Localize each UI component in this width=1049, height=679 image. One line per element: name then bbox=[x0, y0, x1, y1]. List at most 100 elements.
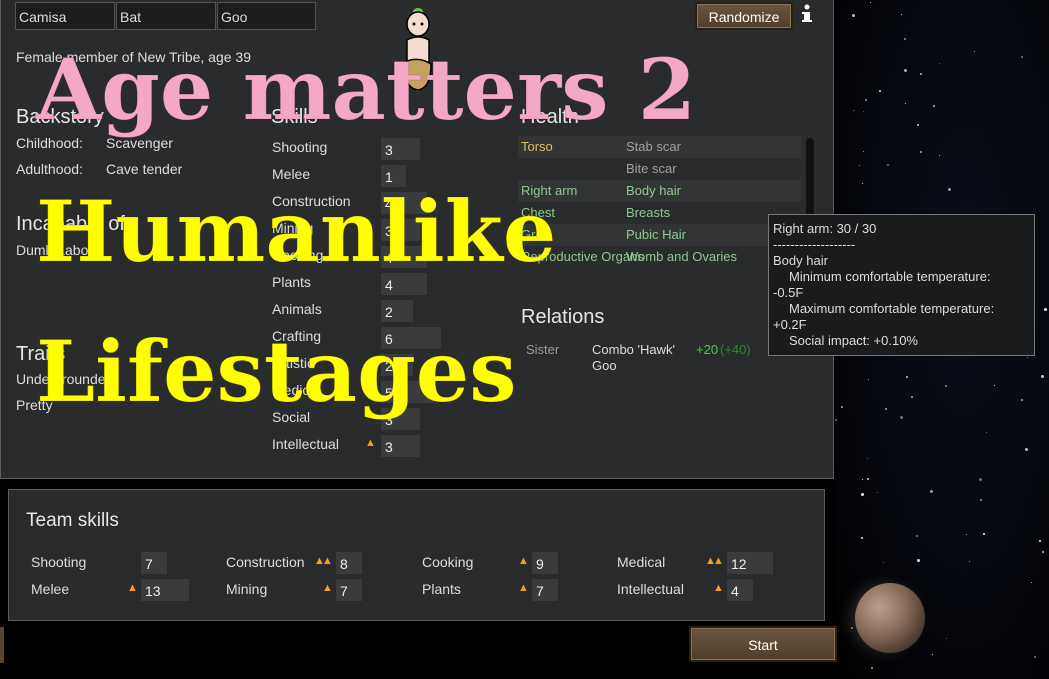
star bbox=[1021, 399, 1023, 401]
star bbox=[983, 533, 985, 535]
last-name-field[interactable]: Goo bbox=[217, 2, 316, 30]
team-skill-value: 7 bbox=[336, 579, 362, 601]
star bbox=[877, 492, 878, 493]
team-skills-panel: Team skills Shooting 7 Construction ▲ ▲ 8 Cook… bbox=[8, 489, 825, 621]
star bbox=[861, 537, 863, 539]
tooltip-line: Minimum comfortable temperature: bbox=[789, 269, 991, 284]
health-row[interactable]: Reproductive Organs Womb and Ovaries bbox=[518, 246, 801, 268]
relation-opinion: +20 bbox=[696, 342, 719, 357]
tooltip-line: -0.5F bbox=[773, 285, 804, 300]
team-skill-value: 9 bbox=[532, 552, 558, 574]
health-row[interactable]: Bite scar bbox=[518, 158, 801, 180]
star bbox=[1021, 56, 1023, 58]
star bbox=[917, 559, 920, 562]
health-tooltip: Right arm: 30 / 30 ------------------- B… bbox=[768, 214, 1035, 356]
skill-level-bar[interactable]: 3 bbox=[381, 138, 420, 160]
adulthood-label: Adulthood: bbox=[16, 161, 83, 177]
star bbox=[883, 562, 884, 563]
passion-flame-icon: ▲ bbox=[322, 582, 333, 594]
star bbox=[861, 493, 864, 496]
tooltip-line: Social impact: +0.10% bbox=[789, 333, 918, 348]
team-skill-name: Shooting bbox=[31, 554, 87, 570]
overlay-title-line2: Humanlike bbox=[35, 182, 557, 282]
star bbox=[916, 535, 918, 537]
first-name-field[interactable]: Camisa bbox=[15, 2, 115, 30]
star bbox=[920, 73, 922, 75]
tooltip-line: +0.2F bbox=[773, 317, 807, 332]
tooltip-line: Maximum comfortable temperature: bbox=[789, 301, 995, 316]
star bbox=[887, 164, 889, 166]
info-icon[interactable] bbox=[799, 4, 815, 24]
star bbox=[867, 458, 868, 459]
star bbox=[863, 111, 864, 112]
health-row[interactable]: Torso Stab scar bbox=[518, 136, 801, 158]
star bbox=[852, 14, 855, 17]
passion-flame-icon: ▲ bbox=[127, 582, 138, 594]
star bbox=[900, 416, 903, 419]
health-condition: Womb and Ovaries bbox=[626, 249, 738, 264]
tooltip-line: Right arm: 30 / 30 bbox=[773, 221, 877, 236]
tooltip-line: ------------------- bbox=[773, 237, 856, 252]
skill-name: Shooting bbox=[272, 139, 328, 155]
skill-name: Intellectual bbox=[272, 436, 339, 452]
team-skill-name: Melee bbox=[31, 581, 70, 597]
star bbox=[986, 432, 987, 433]
back-button[interactable] bbox=[0, 627, 4, 663]
star bbox=[969, 561, 970, 562]
star bbox=[1034, 656, 1036, 658]
randomize-button[interactable]: Randomize bbox=[695, 2, 793, 30]
health-condition: Pubic Hair bbox=[626, 227, 686, 242]
star bbox=[994, 385, 995, 386]
team-skill-value: 8 bbox=[336, 552, 362, 574]
health-row[interactable]: Groin Pubic Hair bbox=[518, 224, 801, 246]
star bbox=[871, 667, 873, 669]
planet-image bbox=[855, 583, 925, 653]
passion-flame-icon: ▲ bbox=[322, 555, 333, 567]
relation-name[interactable]: Combo 'Hawk' Goo bbox=[592, 342, 692, 374]
star bbox=[1044, 308, 1047, 311]
team-skill-value: 4 bbox=[727, 579, 753, 601]
passion-flame-icon: ▲ bbox=[365, 437, 376, 449]
star bbox=[901, 14, 902, 15]
star bbox=[945, 385, 947, 387]
tooltip-line: Body hair bbox=[773, 253, 828, 268]
adulthood-value[interactable]: Cave tender bbox=[106, 161, 182, 177]
passion-flame-icon: ▲ bbox=[713, 555, 724, 567]
star bbox=[946, 638, 947, 639]
nick-name-field[interactable]: Bat bbox=[116, 2, 216, 30]
star bbox=[879, 90, 881, 92]
team-skill-name: Medical bbox=[617, 554, 666, 570]
star bbox=[904, 38, 906, 40]
health-condition: Body hair bbox=[626, 183, 681, 198]
team-skill-value: 7 bbox=[141, 552, 167, 574]
star bbox=[865, 99, 867, 101]
overlay-title-line3: Lifestages bbox=[36, 322, 518, 422]
star bbox=[841, 406, 843, 408]
star bbox=[906, 376, 908, 378]
team-skill-name: Cooking bbox=[422, 554, 474, 570]
skill-name: Melee bbox=[272, 166, 311, 182]
start-button[interactable]: Start bbox=[689, 626, 837, 662]
star bbox=[1025, 448, 1028, 451]
team-skill-name: Construction bbox=[226, 554, 305, 570]
star bbox=[1027, 357, 1028, 358]
team-skill-value: 12 bbox=[727, 552, 773, 574]
star bbox=[939, 155, 940, 156]
health-row[interactable]: Right arm Body hair bbox=[518, 180, 801, 202]
star bbox=[930, 490, 933, 493]
star bbox=[885, 408, 887, 410]
star bbox=[980, 499, 982, 501]
star bbox=[948, 188, 951, 191]
skill-name: Animals bbox=[272, 301, 322, 317]
health-row[interactable]: Chest Breasts bbox=[518, 202, 801, 224]
star bbox=[862, 183, 863, 184]
team-skill-name: Plants bbox=[422, 581, 461, 597]
passion-flame-icon: ▲ bbox=[518, 582, 529, 594]
skill-level-bar[interactable]: 2 bbox=[381, 300, 413, 322]
star bbox=[974, 51, 975, 52]
skill-level-bar[interactable]: 3 bbox=[381, 435, 420, 457]
star bbox=[1039, 540, 1041, 542]
star bbox=[868, 379, 869, 380]
health-condition: Breasts bbox=[626, 205, 671, 220]
team-skill-value: 7 bbox=[532, 579, 558, 601]
